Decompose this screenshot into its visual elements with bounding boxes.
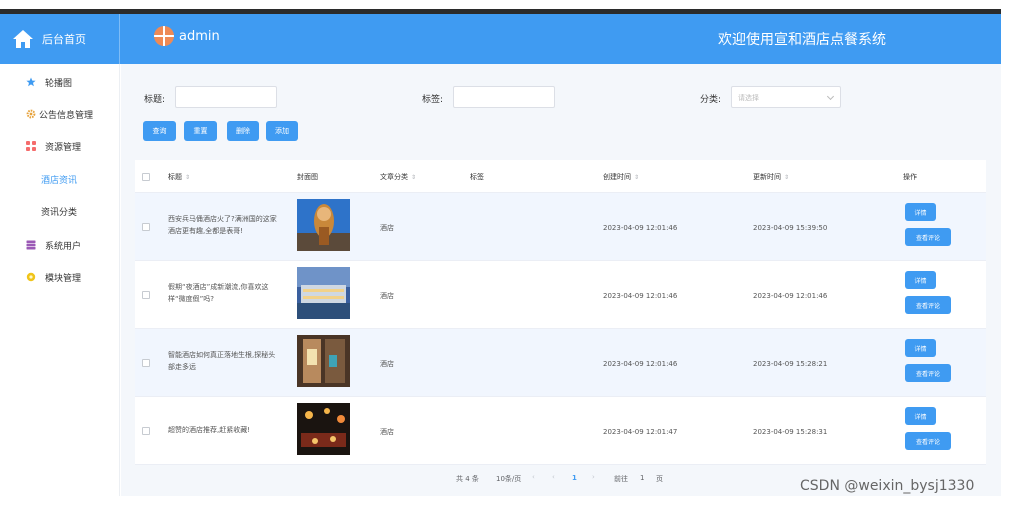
add-button[interactable]: 添加 xyxy=(266,121,298,141)
grid-icon xyxy=(26,141,36,151)
sidebar-item-notice[interactable]: 公告信息管理 xyxy=(26,104,93,124)
prev-page-button[interactable]: ‹ xyxy=(532,473,535,481)
row-updated: 2023-04-09 15:39:50 xyxy=(753,224,828,232)
sidebar-item-label: 轮播图 xyxy=(45,78,73,89)
next-page-button[interactable]: › xyxy=(592,473,595,481)
detail-button[interactable]: 详情 xyxy=(905,203,936,221)
detail-button[interactable]: 详情 xyxy=(905,407,936,425)
gear-icon xyxy=(26,109,36,119)
column-ops: 操作 xyxy=(903,173,917,181)
goto-page-input[interactable]: 1 xyxy=(640,474,644,482)
delete-button[interactable]: 删除 xyxy=(227,121,259,141)
table-row: 假期“夜酒店”成新潮流,你喜欢这 样“微度假”吗? 酒店 2023-04-09 … xyxy=(135,261,986,329)
row-created: 2023-04-09 12:01:46 xyxy=(603,292,678,300)
sidebar-item-carousel[interactable]: 轮播图 xyxy=(26,72,72,92)
table-row: 超赞的酒店推荐,赶紧收藏! 酒店 2023-04-09 12:01:47 202… xyxy=(135,397,986,465)
row-title: 超赞的酒店推荐,赶紧收藏! xyxy=(168,426,251,434)
row-created: 2023-04-09 12:01:47 xyxy=(603,428,678,436)
sort-icon[interactable]: ⇕ xyxy=(185,174,190,181)
row-updated: 2023-04-09 15:28:31 xyxy=(753,428,828,436)
cover-image xyxy=(297,403,350,455)
row-title: 假期“夜酒店”成新潮流,你喜欢这 样“微度假”吗? xyxy=(168,283,269,303)
column-created[interactable]: 创建时间 ⇕ xyxy=(603,172,639,182)
category-filter-label: 分类: xyxy=(700,95,722,105)
user-menu[interactable]: admin xyxy=(154,26,220,46)
page-size-select[interactable]: 10条/页 xyxy=(496,474,521,484)
table-header: 标题 ⇕ 封面图 文章分类 ⇕ 标签 创建时间 ⇕ 更新时间 ⇕ 操作 xyxy=(135,160,986,193)
row-updated: 2023-04-09 15:28:21 xyxy=(753,360,828,368)
search-button[interactable]: 查询 xyxy=(143,121,176,141)
sort-icon[interactable]: ⇕ xyxy=(411,174,416,181)
sort-icon[interactable]: ⇕ xyxy=(784,174,789,181)
sidebar-item-label: 系统用户 xyxy=(45,241,82,252)
sidebar-subitem-news-category[interactable]: 资讯分类 xyxy=(41,205,77,218)
top-header: 后台首页 admin 欢迎使用宣和酒店点餐系统 xyxy=(0,14,1001,64)
row-checkbox[interactable] xyxy=(142,427,150,435)
page-suffix: 页 xyxy=(656,475,663,483)
chevron-down-icon xyxy=(826,92,835,101)
view-comments-button[interactable]: 查看评论 xyxy=(905,364,951,382)
sidebar-item-label: 模块管理 xyxy=(45,273,82,284)
sidebar-item-label: 资源管理 xyxy=(45,142,82,153)
row-checkbox[interactable] xyxy=(142,359,150,367)
row-title: 智能酒店如何真正落地生根,探秘头 部走多远 xyxy=(168,351,276,371)
row-checkbox[interactable] xyxy=(142,223,150,231)
row-title: 西安兵马俑酒店火了?满洲国的这家 酒店更有趣,全都是表哥! xyxy=(168,215,277,235)
column-cover: 封面图 xyxy=(297,173,318,181)
row-category: 酒店 xyxy=(380,360,394,368)
row-created: 2023-04-09 12:01:46 xyxy=(603,224,678,232)
row-category: 酒店 xyxy=(380,428,394,436)
view-comments-button[interactable]: 查看评论 xyxy=(905,296,951,314)
sidebar-subitem-hotel-news[interactable]: 酒店资讯 xyxy=(41,173,77,186)
news-table: 标题 ⇕ 封面图 文章分类 ⇕ 标签 创建时间 ⇕ 更新时间 ⇕ 操作 西安兵马俑酒店火… xyxy=(135,160,986,465)
title-filter-label: 标题: xyxy=(144,95,166,105)
view-comments-button[interactable]: 查看评论 xyxy=(905,432,951,450)
site-title: 欢迎使用宣和酒店点餐系统 xyxy=(718,32,886,48)
prev-more-icon: ‹ xyxy=(552,473,555,481)
home-link[interactable]: 后台首页 xyxy=(0,14,120,64)
sort-icon[interactable]: ⇕ xyxy=(634,174,639,181)
sidebar-item-resources[interactable]: 资源管理 xyxy=(26,136,81,156)
avatar xyxy=(154,26,174,46)
database-icon xyxy=(26,240,36,250)
tag-filter-input[interactable] xyxy=(453,86,555,108)
home-label: 后台首页 xyxy=(42,33,86,46)
title-filter-input[interactable] xyxy=(175,86,277,108)
sidebar: 轮播图 公告信息管理 资源管理 酒店资讯 资讯分类 系统用户 模块管理 xyxy=(8,64,120,496)
view-comments-button[interactable]: 查看评论 xyxy=(905,228,951,246)
tag-filter-label: 标签: xyxy=(422,95,444,105)
star-icon xyxy=(26,77,36,87)
reset-button[interactable]: 重置 xyxy=(184,121,217,141)
cover-image xyxy=(297,199,350,251)
cover-image xyxy=(297,267,350,319)
table-row: 西安兵马俑酒店火了?满洲国的这家 酒店更有趣,全都是表哥! 酒店 2023-04… xyxy=(135,193,986,261)
row-category: 酒店 xyxy=(380,292,394,300)
user-name: admin xyxy=(179,28,220,44)
column-title[interactable]: 标题 ⇕ xyxy=(168,172,190,182)
home-icon xyxy=(13,30,33,48)
goto-label: 前往 xyxy=(614,475,628,483)
pagination-total: 共 4 条 xyxy=(456,475,479,483)
page-number-1[interactable]: 1 xyxy=(572,474,577,482)
sidebar-item-system-users[interactable]: 系统用户 xyxy=(26,235,81,255)
watermark: CSDN @weixin_bysj1330 xyxy=(800,478,975,494)
row-updated: 2023-04-09 12:01:46 xyxy=(753,292,828,300)
column-updated[interactable]: 更新时间 ⇕ xyxy=(753,172,789,182)
sidebar-item-modules[interactable]: 模块管理 xyxy=(26,267,81,287)
cover-image xyxy=(297,335,350,387)
column-tags: 标签 xyxy=(470,173,484,181)
row-checkbox[interactable] xyxy=(142,291,150,299)
row-created: 2023-04-09 12:01:46 xyxy=(603,360,678,368)
category-filter-select[interactable]: 请选择 xyxy=(731,86,841,108)
column-category[interactable]: 文章分类 ⇕ xyxy=(380,172,416,182)
row-category: 酒店 xyxy=(380,224,394,232)
detail-button[interactable]: 详情 xyxy=(905,339,936,357)
table-row: 智能酒店如何真正落地生根,探秘头 部走多远 酒店 2023-04-09 12:0… xyxy=(135,329,986,397)
select-all-checkbox[interactable] xyxy=(142,173,150,181)
category-placeholder: 请选择 xyxy=(738,94,759,102)
sidebar-item-label: 公告信息管理 xyxy=(39,110,94,121)
detail-button[interactable]: 详情 xyxy=(905,271,936,289)
flower-icon xyxy=(26,272,36,282)
